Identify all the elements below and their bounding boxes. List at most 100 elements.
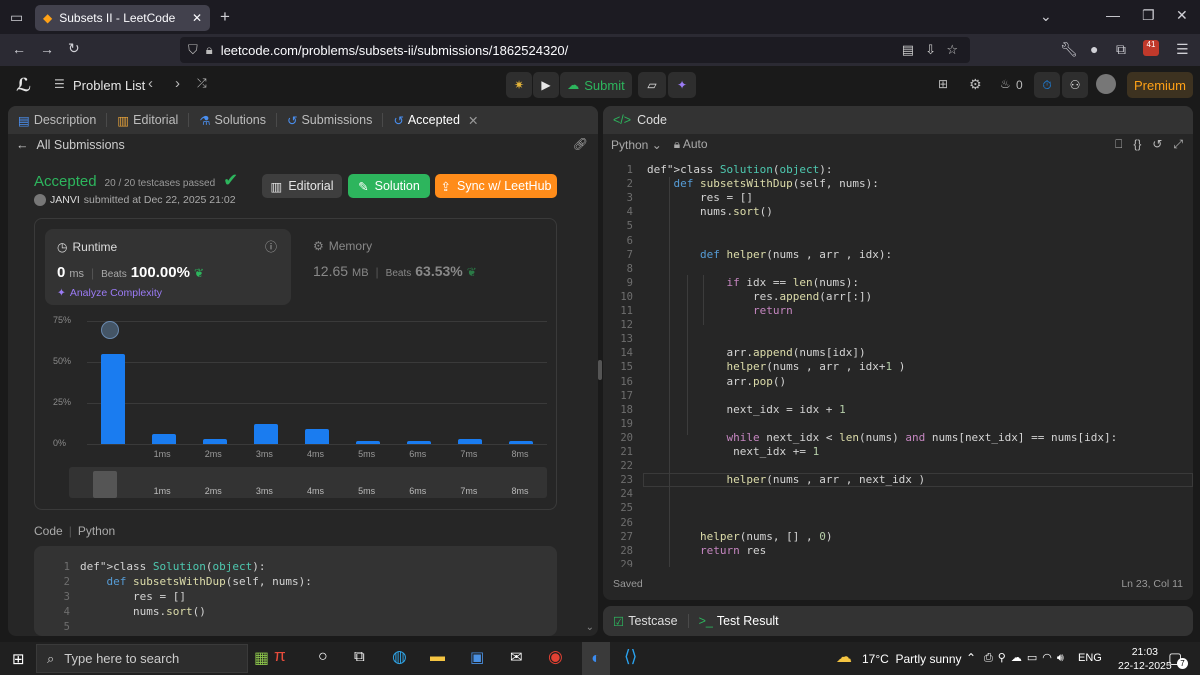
browser-tab[interactable]: ◆ Subsets II - LeetCode ✕ — [35, 5, 210, 31]
next-problem-icon[interactable]: › — [175, 75, 180, 92]
chart-bar[interactable] — [356, 440, 381, 444]
chart-bar[interactable] — [458, 439, 483, 444]
language-select[interactable]: Python ⌄ — [611, 138, 662, 152]
scroller-handle[interactable] — [93, 471, 117, 498]
address-bar[interactable]: ⛉ 🔒︎ leetcode.com/problems/subsets-ii/su… — [180, 37, 970, 63]
ai-button[interactable]: ✦ — [668, 72, 696, 98]
editorial-button[interactable]: ▥ Editorial — [262, 174, 342, 198]
cortana-icon[interactable]: ○ — [318, 648, 328, 666]
close-window-icon[interactable]: ✕ — [1176, 7, 1188, 24]
tab-description[interactable]: ▤ Description — [18, 113, 96, 128]
vscode-icon[interactable]: ⟨⟩ — [624, 647, 637, 667]
download-icon[interactable]: ⇩ — [925, 42, 936, 58]
new-tab-icon[interactable]: + — [220, 7, 230, 27]
share-link-icon[interactable]: 🔗︎ — [573, 137, 588, 151]
layout-icon[interactable]: ⊞ — [938, 77, 948, 91]
taskbar-search[interactable]: ⌕ Type here to search — [36, 644, 248, 673]
format-braces-icon[interactable]: {} — [1133, 137, 1141, 152]
mode-toggle[interactable]: 🔒︎ Auto — [674, 137, 708, 152]
your-submission-avatar[interactable] — [101, 321, 119, 339]
debug-button[interactable]: ✷ — [506, 72, 532, 98]
username[interactable]: JANVI — [50, 194, 80, 206]
expand-icon[interactable]: ⤢ — [1173, 137, 1183, 152]
calculator-app-icon[interactable]: ▦ — [254, 648, 269, 668]
description-icon: ▤ — [18, 113, 30, 128]
close-tab-icon[interactable]: ✕ — [192, 11, 202, 25]
close-tab-icon[interactable]: ✕ — [468, 113, 478, 128]
wrench-icon[interactable]: 🔧︎ — [1060, 41, 1078, 58]
avatar[interactable] — [1096, 74, 1116, 94]
language-indicator[interactable]: ENG — [1078, 652, 1102, 664]
leetcode-logo-icon[interactable]: ℒ — [16, 75, 31, 96]
solution-button[interactable]: ✎ Solution — [348, 174, 430, 198]
reload-icon[interactable]: ↻ — [68, 40, 80, 57]
info-icon[interactable]: ⓘ — [265, 238, 277, 255]
bookmark-icon[interactable]: ⎕ — [1115, 137, 1122, 152]
runtime-card[interactable]: ◷ Runtime ⓘ 0 ms | Beats 100.00% ❦ ✦ Analy… — [45, 229, 291, 305]
scroll-down-icon[interactable]: ⌄ — [586, 622, 594, 633]
run-button[interactable]: ▶ — [533, 72, 559, 98]
chart-bar[interactable] — [305, 429, 329, 444]
x-tick-label: 7ms — [460, 449, 478, 459]
memory-card[interactable]: ⚙ Memory — [313, 239, 372, 253]
all-submissions-link[interactable]: ← All Submissions — [16, 138, 125, 152]
chart-bar[interactable] — [407, 440, 432, 444]
task-view-icon[interactable]: ⧉ — [354, 648, 365, 665]
extensions-icon[interactable]: ⧉ — [1116, 41, 1126, 58]
tab-editorial[interactable]: ▥ Editorial — [117, 113, 178, 128]
prev-problem-icon[interactable]: ‹ — [148, 75, 153, 92]
chart-bar[interactable] — [202, 439, 227, 444]
edge-icon[interactable]: ◍ — [392, 647, 407, 667]
weather-text[interactable]: 17°C Partly sunny — [862, 652, 962, 666]
windows-start-icon[interactable]: ⊞ — [12, 650, 25, 668]
minimize-icon[interactable]: — — [1106, 7, 1120, 23]
analyze-complexity-link[interactable]: ✦ Analyze Complexity — [57, 287, 162, 299]
notes-button[interactable]: ▱ — [638, 72, 666, 98]
pi-widget-icon[interactable]: π — [274, 646, 286, 666]
submit-button[interactable]: ☁ Submit — [560, 72, 632, 98]
shuffle-icon[interactable]: ⤮ — [197, 76, 207, 91]
timer-button[interactable]: ⏱ — [1034, 72, 1060, 98]
premium-button[interactable]: Premium — [1127, 72, 1193, 98]
chevron-up-icon[interactable]: ⌃ — [966, 651, 976, 665]
menu-icon[interactable]: ☰ — [1176, 41, 1189, 58]
clock[interactable]: 21:03 22-12-2025 — [1118, 645, 1172, 673]
tab-solutions[interactable]: ⚗ Solutions — [199, 113, 266, 128]
bookmark-star-icon[interactable]: ☆ — [946, 42, 958, 58]
restore-icon[interactable]: ❐ — [1142, 7, 1155, 24]
reset-icon[interactable]: ↺ — [1152, 137, 1162, 152]
line-number: 28 — [620, 544, 633, 557]
tab-accepted[interactable]: ↺ Accepted ✕ — [393, 113, 478, 128]
file-explorer-icon[interactable]: ▬ — [430, 648, 445, 665]
forward-icon[interactable]: → — [40, 41, 54, 57]
chart-range-scroller[interactable]: 1ms 2ms 3ms 4ms 5ms 6ms 7ms 8ms — [69, 467, 547, 498]
problem-list-link[interactable]: Problem List — [73, 78, 145, 93]
reader-icon[interactable]: ▤ — [902, 42, 914, 58]
chrome-icon[interactable]: ◉ — [548, 647, 563, 667]
sync-leethub-button[interactable]: ⇪ Sync w/ LeetHub — [435, 174, 557, 198]
add-friend-button[interactable]: ⚇ — [1062, 72, 1088, 98]
chart-bar[interactable] — [509, 440, 534, 444]
code-editor[interactable]: 1 def">class Solution(object): 2 def subse… — [603, 163, 1193, 567]
streak-fire-icon[interactable]: ♨ — [1000, 77, 1011, 91]
system-tray-icons[interactable]: ⎙⚲☁▭◠🔊︎ — [984, 651, 1069, 665]
extension-avatar-icon[interactable]: ● — [1090, 41, 1098, 57]
line-number: 22 — [620, 460, 633, 473]
list-tabs-icon[interactable]: ⌄ — [1040, 8, 1052, 25]
chart-bar[interactable] — [100, 353, 125, 444]
store-icon[interactable]: ▣ — [470, 648, 484, 666]
panel-splitter[interactable] — [598, 360, 602, 380]
mail-icon[interactable]: ✉ — [510, 648, 523, 666]
tab-test-result[interactable]: >_ Test Result — [699, 614, 779, 628]
tab-overview-icon[interactable]: ▭ — [10, 9, 23, 26]
chart-bar[interactable] — [151, 434, 176, 444]
extension-badge[interactable]: 41 — [1143, 40, 1159, 56]
settings-gear-icon[interactable]: ⚙ — [969, 76, 982, 93]
tab-solutions-label: Solutions — [214, 113, 266, 127]
tab-submissions[interactable]: ↺ Submissions — [287, 113, 372, 128]
firefox-icon[interactable]: ◐ — [582, 642, 610, 675]
chart-bar[interactable] — [253, 424, 278, 444]
back-icon[interactable]: ← — [12, 41, 26, 57]
tab-testcase[interactable]: ☑ Testcase — [613, 614, 678, 629]
code-line: return res — [699, 543, 767, 557]
